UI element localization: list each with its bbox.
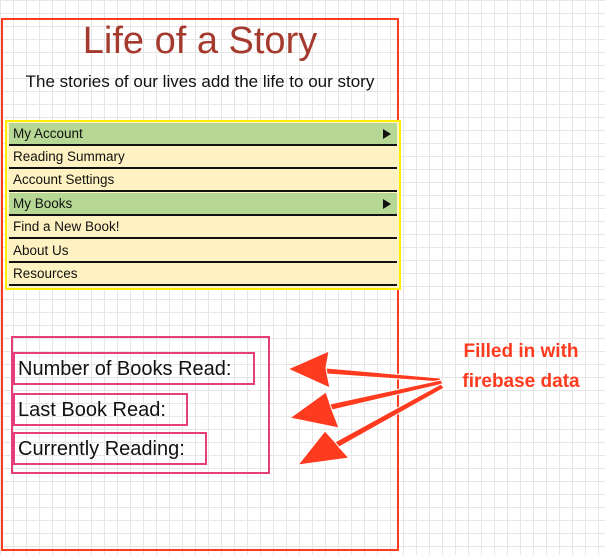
annotation-line-2: firebase data bbox=[462, 371, 580, 392]
nav-menu: My Account Reading Summary Account Setti… bbox=[5, 120, 401, 290]
submenu-arrow-icon bbox=[383, 199, 391, 209]
books-read-field: Number of Books Read: bbox=[13, 352, 255, 385]
site-tagline: The stories of our lives add the life to… bbox=[25, 72, 375, 91]
submenu-arrow-icon bbox=[383, 129, 391, 139]
nav-item-label: Find a New Book! bbox=[13, 219, 120, 234]
last-book-label: Last Book Read: bbox=[18, 399, 166, 421]
nav-item-resources[interactable]: Resources bbox=[9, 263, 397, 286]
currently-reading-label: Currently Reading: bbox=[18, 438, 185, 460]
nav-item-label: Reading Summary bbox=[13, 149, 125, 164]
nav-item-label: Resources bbox=[13, 266, 78, 281]
nav-item-about-us[interactable]: About Us bbox=[9, 240, 397, 263]
books-read-label: Number of Books Read: bbox=[18, 358, 232, 380]
currently-reading-field: Currently Reading: bbox=[13, 432, 207, 465]
nav-item-account-settings[interactable]: Account Settings bbox=[9, 169, 397, 192]
site-title: Life of a Story bbox=[82, 20, 318, 62]
nav-item-reading-summary[interactable]: Reading Summary bbox=[9, 146, 397, 169]
nav-item-label: My Books bbox=[13, 196, 73, 211]
annotation-line-1: Filled in with bbox=[463, 341, 579, 362]
nav-item-my-account[interactable]: My Account bbox=[9, 123, 397, 146]
nav-item-my-books[interactable]: My Books bbox=[9, 193, 397, 216]
nav-item-label: My Account bbox=[13, 126, 83, 141]
nav-item-label: Account Settings bbox=[13, 172, 115, 187]
nav-item-find-new-book[interactable]: Find a New Book! bbox=[9, 216, 397, 239]
nav-item-label: About Us bbox=[13, 243, 69, 258]
last-book-field: Last Book Read: bbox=[13, 393, 188, 426]
